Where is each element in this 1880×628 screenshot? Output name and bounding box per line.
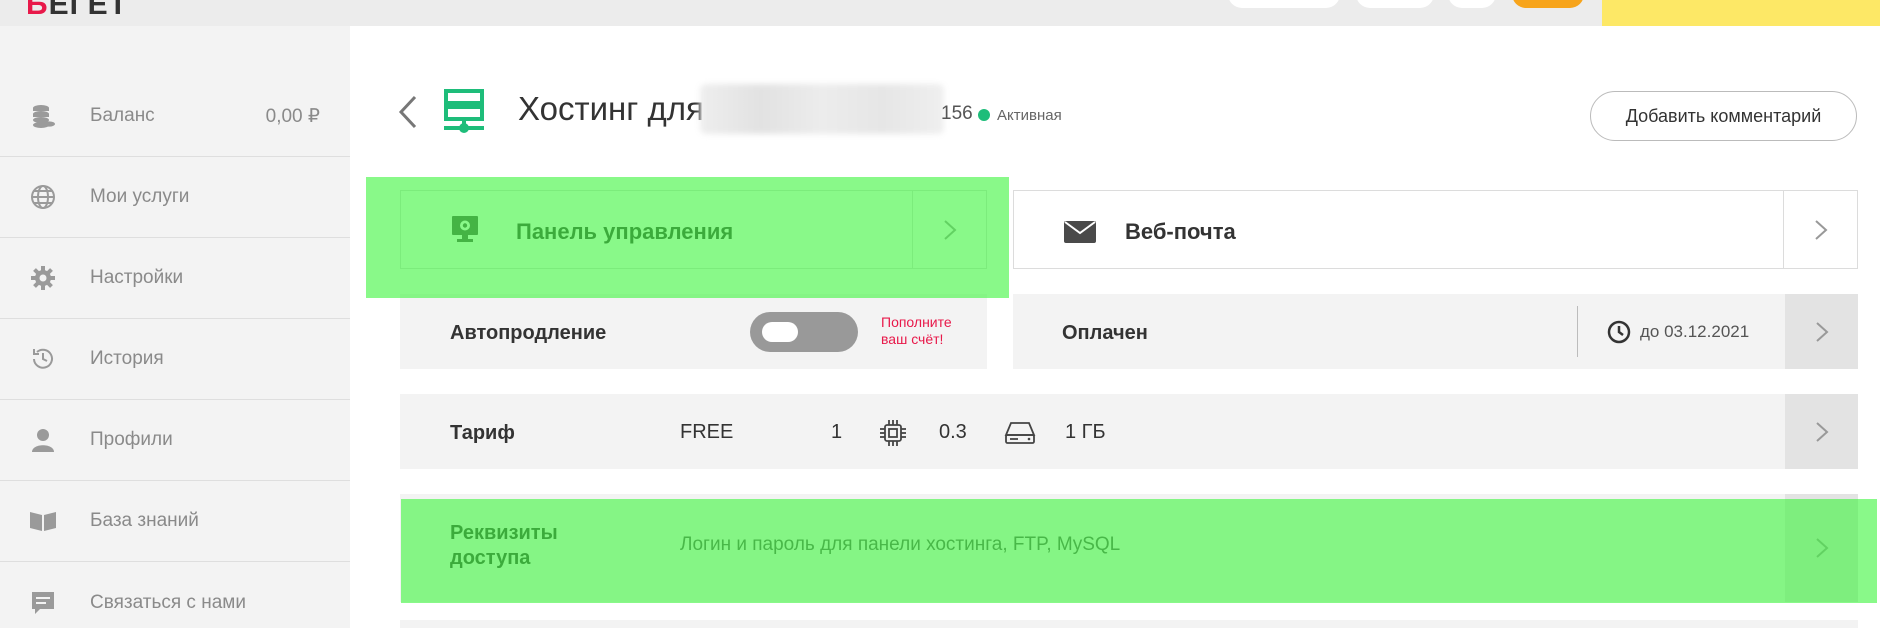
chat-icon <box>28 588 58 618</box>
tariff-ram: 0.3 <box>939 421 967 443</box>
top-bar: БЕГЕТ <box>0 0 1880 26</box>
webmail-card[interactable]: Веб-почта <box>1013 190 1858 269</box>
sidebar-item-label: Настройки <box>90 267 184 288</box>
tariff-disk: 1 ГБ <box>1065 421 1106 443</box>
chevron-right-icon <box>1815 421 1828 442</box>
cpu-icon <box>878 418 908 448</box>
sidebar-item-label: История <box>90 348 164 369</box>
sidebar-item-balance[interactable]: Баланс 0,00 ₽ <box>0 76 350 157</box>
divider <box>1577 306 1578 357</box>
sidebar-item-profiles[interactable]: Профили <box>0 400 350 481</box>
header-cta[interactable] <box>1602 0 1880 26</box>
page-title: Хостинг для <box>518 90 704 127</box>
autorenew-card: Автопродление Пополните ваш счёт! <box>400 294 987 369</box>
next-card[interactable] <box>400 620 1858 628</box>
access-credentials-card[interactable]: Реквизиты доступа Логин и пароль для пан… <box>400 494 1858 602</box>
add-comment-button[interactable]: Добавить комментарий <box>1590 91 1857 141</box>
envelope-icon <box>1064 221 1096 243</box>
sidebar-item-label: Профили <box>90 429 173 450</box>
monitor-gear-icon <box>451 215 479 243</box>
clock-icon <box>1607 320 1631 344</box>
tariff-cpu-count: 1 <box>831 421 843 443</box>
access-label: Реквизиты доступа <box>450 522 558 569</box>
status-dot-icon <box>978 109 990 121</box>
control-panel-label: Панель управления <box>516 219 734 244</box>
tariff-label: Тариф <box>450 422 515 444</box>
sidebar-item-label: Баланс <box>90 105 155 126</box>
webmail-arrow[interactable] <box>1783 191 1857 268</box>
chevron-right-icon <box>943 219 956 240</box>
paid-arrow[interactable] <box>1785 294 1858 369</box>
paid-until-date: до 03.12.2021 <box>1640 322 1750 341</box>
sidebar-item-label: Мои услуги <box>90 186 190 207</box>
user-icon <box>28 425 58 455</box>
autorenew-toggle[interactable] <box>750 312 858 352</box>
back-button[interactable] <box>396 94 420 130</box>
sidebar-item-history[interactable]: История <box>0 319 350 400</box>
sidebar-item-label: База знаний <box>90 510 199 531</box>
control-panel-arrow[interactable] <box>912 191 986 268</box>
webmail-label: Веб-почта <box>1125 219 1236 244</box>
topup-hint-link[interactable]: Пополните ваш счёт! <box>881 314 971 348</box>
sidebar-item-knowledge[interactable]: База знаний <box>0 481 350 562</box>
globe-icon <box>28 182 58 212</box>
header-pill-avatar[interactable] <box>1512 0 1584 8</box>
sidebar-item-label: Связаться с нами <box>90 591 246 613</box>
hosting-server-icon <box>442 88 486 134</box>
logo[interactable]: БЕГЕТ <box>26 0 128 22</box>
gear-icon <box>28 263 58 293</box>
title-suffix: 156 <box>941 103 973 124</box>
chevron-right-icon <box>1815 321 1828 342</box>
access-description: Логин и пароль для панели хостинга, FTP,… <box>680 534 1121 555</box>
hard-drive-icon <box>1004 420 1036 446</box>
autorenew-label: Автопродление <box>450 322 607 344</box>
status-badge: Активная <box>997 107 1062 124</box>
header-pill-1[interactable] <box>1228 0 1340 8</box>
coins-icon <box>28 101 58 131</box>
sidebar-item-contact[interactable]: Связаться с нами <box>0 562 350 628</box>
redacted-domain <box>700 84 944 134</box>
tariff-plan: FREE <box>680 421 734 443</box>
history-icon <box>28 344 58 374</box>
balance-value: 0,00 ₽ <box>265 105 320 127</box>
tariff-card[interactable]: Тариф FREE 1 0.3 1 ГБ <box>400 394 1858 469</box>
sidebar-item-services[interactable]: Мои услуги <box>0 157 350 238</box>
chevron-right-icon <box>1815 538 1828 558</box>
sidebar-item-settings[interactable]: Настройки <box>0 238 350 319</box>
book-icon <box>28 506 58 536</box>
header-pill-3[interactable] <box>1448 0 1496 8</box>
header-pill-2[interactable] <box>1356 0 1434 8</box>
tariff-arrow[interactable] <box>1785 394 1858 469</box>
access-arrow[interactable] <box>1785 494 1858 602</box>
chevron-left-icon <box>398 95 417 129</box>
toggle-knob <box>762 322 798 342</box>
paid-label: Оплачен <box>1062 322 1148 344</box>
paid-card[interactable]: Оплачен до 03.12.2021 <box>1013 294 1858 369</box>
chevron-right-icon <box>1814 219 1827 240</box>
control-panel-card[interactable]: Панель управления <box>400 190 987 269</box>
sidebar: Баланс 0,00 ₽ Мои услуги Настройки Истор… <box>0 26 350 628</box>
